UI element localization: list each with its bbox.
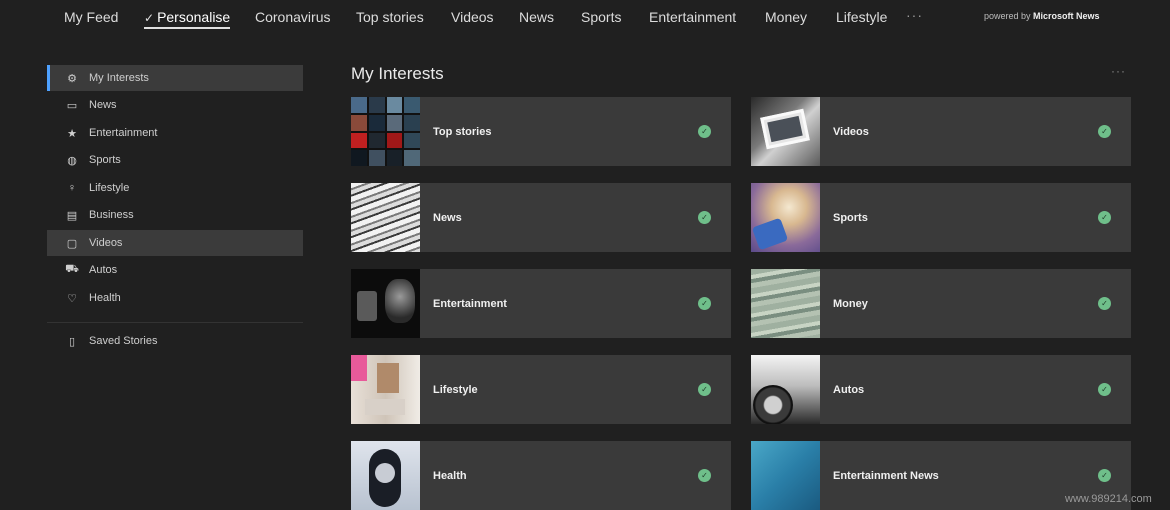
thumbnail-image [751,355,820,424]
bookmark-icon: ▯ [68,335,76,348]
checkmark-icon[interactable]: ✓ [698,297,711,310]
powered-by: powered by Microsoft News [984,11,1100,21]
sidebar-divider [47,322,303,323]
top-navigation: My Feed ✓ Personalise Coronavirus Top sto… [0,0,1170,36]
nav-personalise-label: Personalise [157,9,231,25]
nav-top-stories[interactable]: Top stories [356,9,424,25]
thumbnail-image [751,97,820,166]
sidebar-item-entertainment[interactable]: ★ Entertainment [47,120,303,146]
nav-my-feed[interactable]: My Feed [64,9,118,25]
thumbnail-image [351,441,420,510]
interest-card-sports[interactable]: Sports ✓ [751,183,1131,252]
briefcase-icon: ▤ [66,209,78,222]
checkmark-icon[interactable]: ✓ [698,211,711,224]
heart-icon: ♡ [67,292,77,305]
sidebar-item-label: Entertainment [89,127,158,139]
sidebar-item-label: News [89,99,117,111]
sidebar-item-label: Sports [89,154,121,166]
sidebar-item-label: Health [89,292,121,304]
sidebar-item-health[interactable]: ♡ Health [47,285,303,311]
nav-lifestyle[interactable]: Lifestyle [836,9,887,25]
powered-prefix: powered by [984,11,1031,21]
nav-news[interactable]: News [519,9,554,25]
lightbulb-icon: ♀ [67,182,77,194]
gear-icon: ⚙ [67,72,77,85]
thumbnail-image [351,355,420,424]
sidebar-item-my-interests[interactable]: ⚙ My Interests [47,65,303,91]
card-label: Top stories [433,125,492,138]
sidebar-item-news[interactable]: ▭ News [47,92,303,118]
sidebar-item-autos[interactable]: ⛟ Autos [47,257,303,283]
interest-card-health[interactable]: Health ✓ [351,441,731,510]
thumbnail-image [351,269,420,338]
star-icon: ★ [67,127,77,140]
sidebar-item-label: My Interests [89,72,149,84]
watermark: www.989214.com [1065,493,1152,505]
checkmark-icon[interactable]: ✓ [1098,469,1111,482]
sidebar-item-business[interactable]: ▤ Business [47,202,303,228]
nav-sports[interactable]: Sports [581,9,621,25]
sidebar-item-label: Videos [89,237,123,249]
sidebar-item-label: Lifestyle [89,182,130,194]
interest-card-videos[interactable]: Videos ✓ [751,97,1131,166]
page-title: My Interests [351,64,444,83]
newspaper-icon: ▭ [66,99,78,112]
thumbnail-image [351,97,420,166]
thumbnail-image [351,183,420,252]
interest-card-top-stories[interactable]: Top stories ✓ [351,97,731,166]
card-label: Sports [833,211,868,224]
interest-card-entertainment[interactable]: Entertainment ✓ [351,269,731,338]
nav-money[interactable]: Money [765,9,807,25]
sidebar-item-saved-stories[interactable]: ▯ Saved Stories [47,328,303,354]
card-label: Entertainment [433,297,507,310]
card-label: News [433,211,462,224]
thumbnail-image [751,441,820,510]
card-label: Lifestyle [433,383,478,396]
checkmark-icon[interactable]: ✓ [1098,383,1111,396]
checkmark-icon[interactable]: ✓ [698,125,711,138]
thumbnail-image [751,183,820,252]
powered-brand: Microsoft News [1033,11,1100,21]
checkmark-icon[interactable]: ✓ [1098,125,1111,138]
card-label: Money [833,297,868,310]
ball-icon: ◍ [67,154,77,167]
interest-card-lifestyle[interactable]: Lifestyle ✓ [351,355,731,424]
card-label: Autos [833,383,865,396]
car-icon: ⛟ [65,263,79,275]
sidebar-item-lifestyle[interactable]: ♀ Lifestyle [47,175,303,201]
checkmark-icon[interactable]: ✓ [698,469,711,482]
sidebar-item-videos[interactable]: ▢ Videos [47,230,303,256]
more-options-button[interactable]: ··· [1111,64,1126,78]
interest-card-money[interactable]: Money ✓ [751,269,1131,338]
video-icon: ▢ [66,237,78,250]
sidebar-item-label: Business [89,209,134,221]
card-label: Health [433,469,467,482]
card-label: Videos [833,125,869,138]
nav-coronavirus[interactable]: Coronavirus [255,9,330,25]
nav-videos[interactable]: Videos [451,9,494,25]
sidebar-item-label: Saved Stories [89,335,158,347]
interest-card-autos[interactable]: Autos ✓ [751,355,1131,424]
checkmark-icon[interactable]: ✓ [698,383,711,396]
interest-card-news[interactable]: News ✓ [351,183,731,252]
checkmark-icon: ✓ [144,11,155,25]
sidebar-item-sports[interactable]: ◍ Sports [47,147,303,173]
nav-entertainment[interactable]: Entertainment [649,9,736,25]
sidebar-item-label: Autos [89,264,118,276]
nav-personalise[interactable]: ✓ Personalise [144,9,231,29]
checkmark-icon[interactable]: ✓ [1098,211,1111,224]
thumbnail-image [751,269,820,338]
checkmark-icon[interactable]: ✓ [1098,297,1111,310]
card-label: Entertainment News [833,469,939,482]
nav-more-button[interactable]: ··· [906,7,923,23]
